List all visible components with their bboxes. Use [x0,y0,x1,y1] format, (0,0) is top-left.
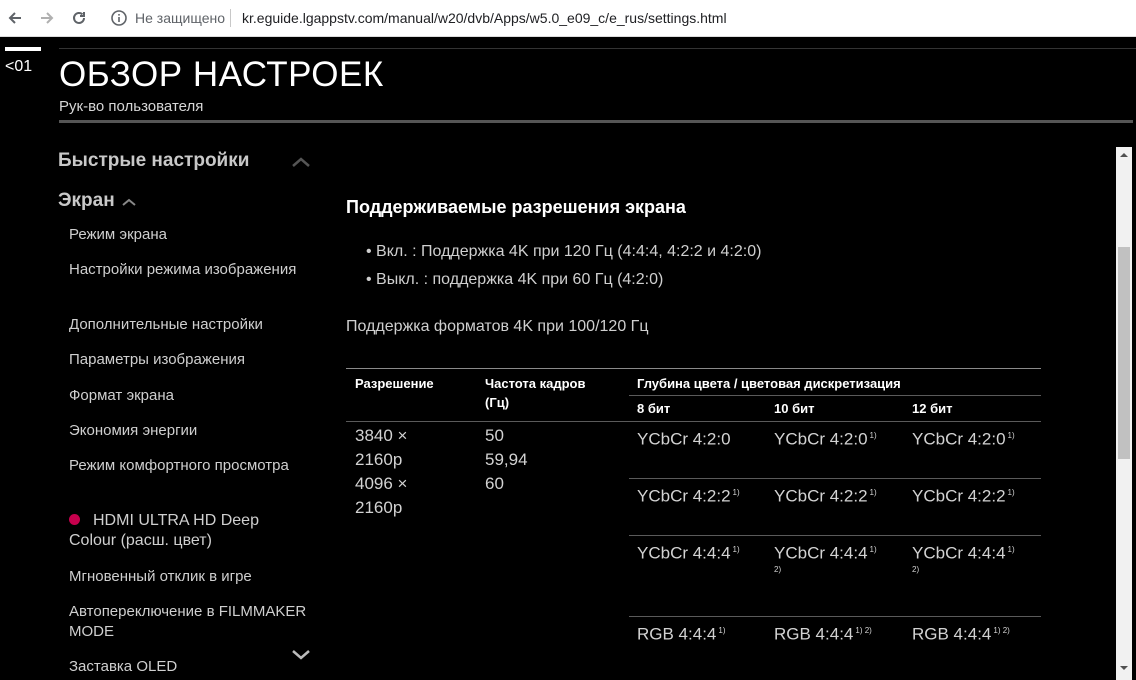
scrollbar-thumb[interactable] [1118,247,1130,459]
footnote: 1) 2) [993,626,1010,635]
info-icon[interactable] [110,9,128,27]
footnote: 1) 2) [855,626,872,635]
sidebar-item-instant-game-response[interactable]: Мгновенный отклик в игре [69,567,309,587]
page-title: ОБЗОР НАСТРОЕК [59,55,384,94]
col-header-framerate: Частота кадров (Гц) [485,376,586,410]
bullet-off: • Выкл. : поддержка 4K при 60 Гц (4:2:0) [366,271,664,288]
cell-text: RGB 4:4:4 [912,624,992,644]
footnote: 2) [912,565,920,574]
row-border [629,535,1041,536]
resolution-line: 2160p [355,450,403,469]
bullet-on: • Вкл. : Поддержка 4K при 120 Гц (4:4:4,… [366,243,762,260]
table-cell: YCbCr 4:2:2 1) [912,481,1015,509]
sidebar-item-eye-comfort[interactable]: Режим комфортного просмотра [69,456,309,476]
sidebar: Быстрые настройки Экран Режим экрана Нас… [0,147,330,680]
header-bottom-border [346,421,1041,422]
cell-text: RGB 4:4:4 [637,624,717,644]
address-separator [230,9,231,27]
table-cell: YCbCr 4:2:2 1) [637,481,740,509]
cell-text: YCbCr 4:4:4 [637,543,731,563]
cell-text: YCbCr 4:4:4 [774,543,868,563]
sidebar-quick-settings[interactable]: Быстрые настройки [58,150,249,172]
col-header-resolution: Разрешение [355,376,434,391]
scroll-up-arrow-icon[interactable] [1119,150,1129,160]
url-field[interactable]: kr.eguide.lgappstv.com/manual/w20/dvb/Ap… [242,10,727,26]
active-dot-icon [69,514,80,525]
footnote: 1) [869,488,877,497]
cell-text: RGB 4:4:4 [774,624,854,644]
cell-text: YCbCr 4:2:0 [912,429,1006,449]
table-cell: YCbCr 4:4:4 1) [774,538,877,566]
subheader-border [629,395,1041,396]
row-border [629,616,1041,617]
framerate-value: 50 [485,426,504,445]
col-header-12bit: 12 бит [912,401,953,416]
main-content: Поддерживаемые разрешения экрана • Вкл. … [346,37,1046,680]
resolution-line: 3840 × [355,426,408,445]
sidebar-item-advanced-settings[interactable]: Дополнительные настройки [69,315,309,335]
chevron-down-icon[interactable] [292,650,310,660]
sidebar-item-label: HDMI ULTRA HD Deep Colour (расш. цвет) [69,512,259,549]
row-border [629,478,1041,479]
framerate-value: 59,94 [485,450,528,469]
content-heading: Поддерживаемые разрешения экрана [346,197,686,217]
back-link[interactable]: <01 [5,58,32,76]
page: <01 ОБЗОР НАСТРОЕК Рук-во пользователя Б… [0,37,1136,680]
footnote: 1) [869,431,877,440]
sidebar-item-filmmaker-auto[interactable]: Автопереключение в FILMMAKER MODE [69,602,309,642]
table-cell: YCbCr 4:2:0 1) [774,424,877,452]
table-cell: RGB 4:4:4 1) 2) [912,619,1010,647]
table-cell: YCbCr 4:4:4 1) [912,538,1015,566]
cell-text: YCbCr 4:2:2 [637,486,731,506]
bullet-text: Вкл. : Поддержка 4K при 120 Гц (4:4:4, 4… [376,243,762,260]
footnote: 2) [774,565,782,574]
table-cell: YCbCr 4:2:0 [637,424,733,452]
formats-line: Поддержка форматов 4K при 100/120 Гц [346,318,649,335]
resolution-line: 2160p [355,498,403,517]
footnote: 1) [732,545,740,554]
bullet-text: Выкл. : поддержка 4K при 60 Гц (4:2:0) [376,271,664,288]
cell-text: YCbCr 4:2:0 [774,429,868,449]
security-status[interactable]: Не защищено [135,10,225,26]
framerate-value: 60 [485,474,504,493]
page-subtitle: Рук-во пользователя [59,98,204,115]
col-header-10bit: 10 бит [774,401,815,416]
table-cell: YCbCr 4:2:2 1) [774,481,877,509]
sidebar-item-hdmi-deep-colour[interactable]: HDMI ULTRA HD Deep Colour (расш. цвет) [69,511,309,551]
resolution-line: 4096 × [355,474,408,493]
footnote: 1) [718,626,726,635]
cell-text: YCbCr 4:2:2 [774,486,868,506]
footnote: 1) [1007,488,1015,497]
table-cell: RGB 4:4:4 1) 2) [774,619,872,647]
cell-text: YCbCr 4:4:4 [912,543,1006,563]
footnote: 1) [732,488,740,497]
cell-text: YCbCr 4:2:0 [637,429,731,449]
chevron-up-icon[interactable] [122,198,136,206]
chevron-up-icon[interactable] [292,157,310,167]
table-cell: YCbCr 4:4:4 1) [637,538,740,566]
browser-toolbar: Не защищено kr.eguide.lgappstv.com/manua… [0,0,1136,37]
sidebar-item-oled-screensaver[interactable]: Заставка OLED [69,657,309,677]
forward-arrow-icon[interactable] [36,8,58,28]
sidebar-item-aspect-ratio[interactable]: Формат экрана [69,386,309,406]
col-header-8bit: 8 бит [637,401,671,416]
table-cell: YCbCr 4:2:0 1) [912,424,1015,452]
sidebar-screen-section[interactable]: Экран [58,190,115,212]
col-header-colordepth: Глубина цвета / цветовая дискретизация [637,376,901,391]
table-cell: RGB 4:4:4 1) [637,619,726,647]
reload-icon[interactable] [68,8,90,28]
sidebar-item-picture-mode-settings[interactable]: Настройки режима изображения [69,260,309,280]
footnote: 1) [1007,431,1015,440]
footnote: 1) [1007,545,1015,554]
back-bar [5,47,41,51]
cell-text: YCbCr 4:2:2 [912,486,1006,506]
table-top-border [346,368,1041,369]
footnote: 1) [869,545,877,554]
scroll-down-arrow-icon[interactable] [1119,663,1129,673]
sidebar-item-screen-mode[interactable]: Режим экрана [69,225,309,245]
sidebar-item-energy-saving[interactable]: Экономия энергии [69,421,309,441]
back-arrow-icon[interactable] [4,8,26,28]
sidebar-item-picture-options[interactable]: Параметры изображения [69,350,309,370]
